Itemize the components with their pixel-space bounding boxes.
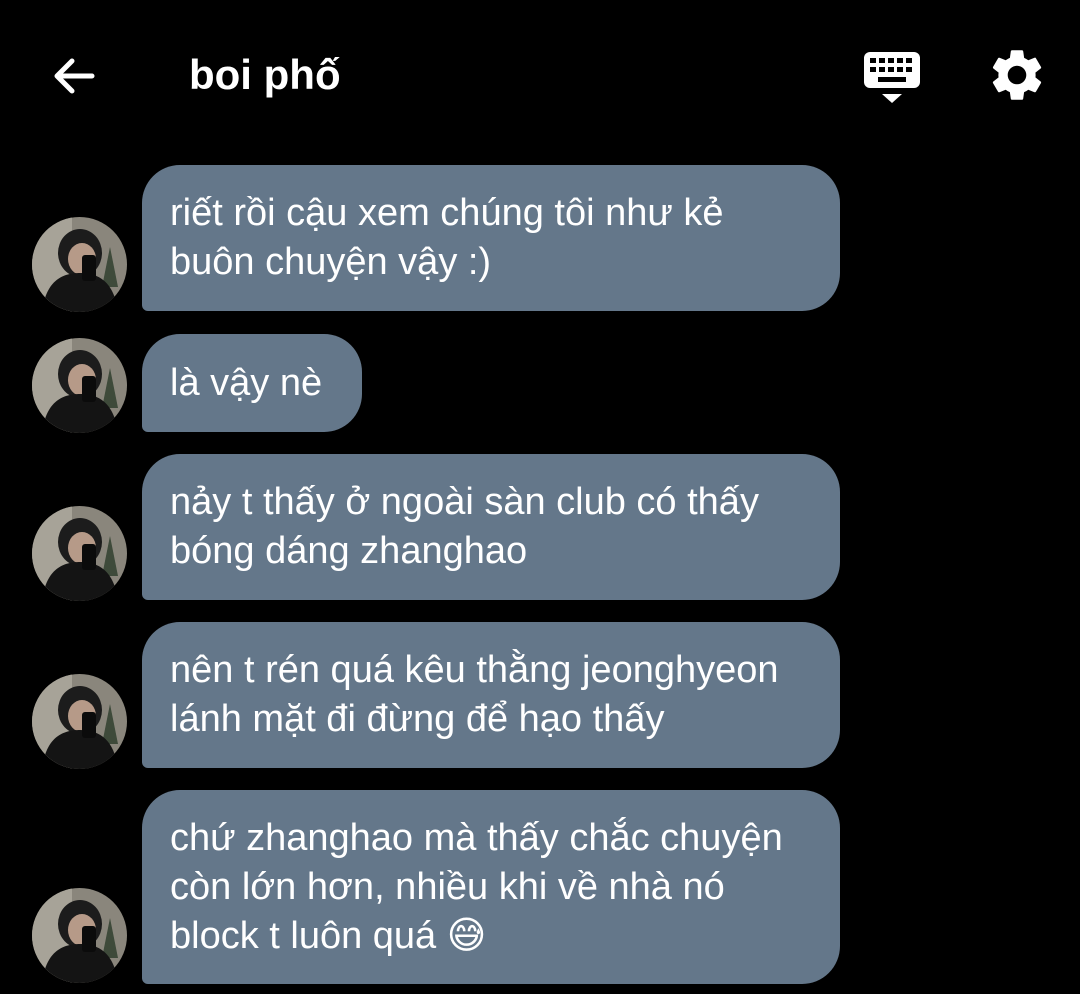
message-text: là vậy nè: [170, 361, 323, 404]
avatar-photo: [32, 674, 127, 769]
chat-header: boi phố: [0, 0, 1080, 150]
avatar[interactable]: [32, 888, 127, 983]
message-text: nảy t thấy ở ngoài sàn club có thấy bóng…: [170, 481, 759, 572]
message-bubble: riết rồi cậu xem chúng tôi như kẻ buôn c…: [142, 165, 840, 311]
settings-button[interactable]: [984, 44, 1050, 106]
avatar-photo: [32, 888, 127, 983]
avatar[interactable]: [32, 506, 127, 601]
message-text: riết rồi cậu xem chúng tôi như kẻ buôn c…: [170, 192, 724, 283]
avatar-photo: [32, 217, 127, 312]
arrow-left-icon: [54, 58, 95, 94]
chat-title: boi phố: [189, 51, 341, 98]
message-text: nên t rén quá kêu thằng jeonghyeon lánh …: [170, 649, 779, 740]
message-text: chứ zhanghao mà thấy chắc chuyện còn lớn…: [170, 816, 783, 957]
avatar[interactable]: [32, 217, 127, 312]
message-bubble: nảy t thấy ở ngoài sàn club có thấy bóng…: [142, 454, 840, 600]
message-bubble: chứ zhanghao mà thấy chắc chuyện còn lớn…: [142, 790, 840, 984]
keyboard-hide-icon: [864, 52, 920, 103]
keyboard-toggle-button[interactable]: [858, 44, 926, 108]
message-bubble: nên t rén quá kêu thằng jeonghyeon lánh …: [142, 622, 840, 768]
avatar-photo: [32, 506, 127, 601]
gear-icon: [992, 50, 1042, 100]
message-bubble: là vậy nè: [142, 334, 362, 432]
avatar-photo: [32, 338, 127, 433]
avatar[interactable]: [32, 674, 127, 769]
avatar[interactable]: [32, 338, 127, 433]
back-button[interactable]: [44, 46, 104, 106]
